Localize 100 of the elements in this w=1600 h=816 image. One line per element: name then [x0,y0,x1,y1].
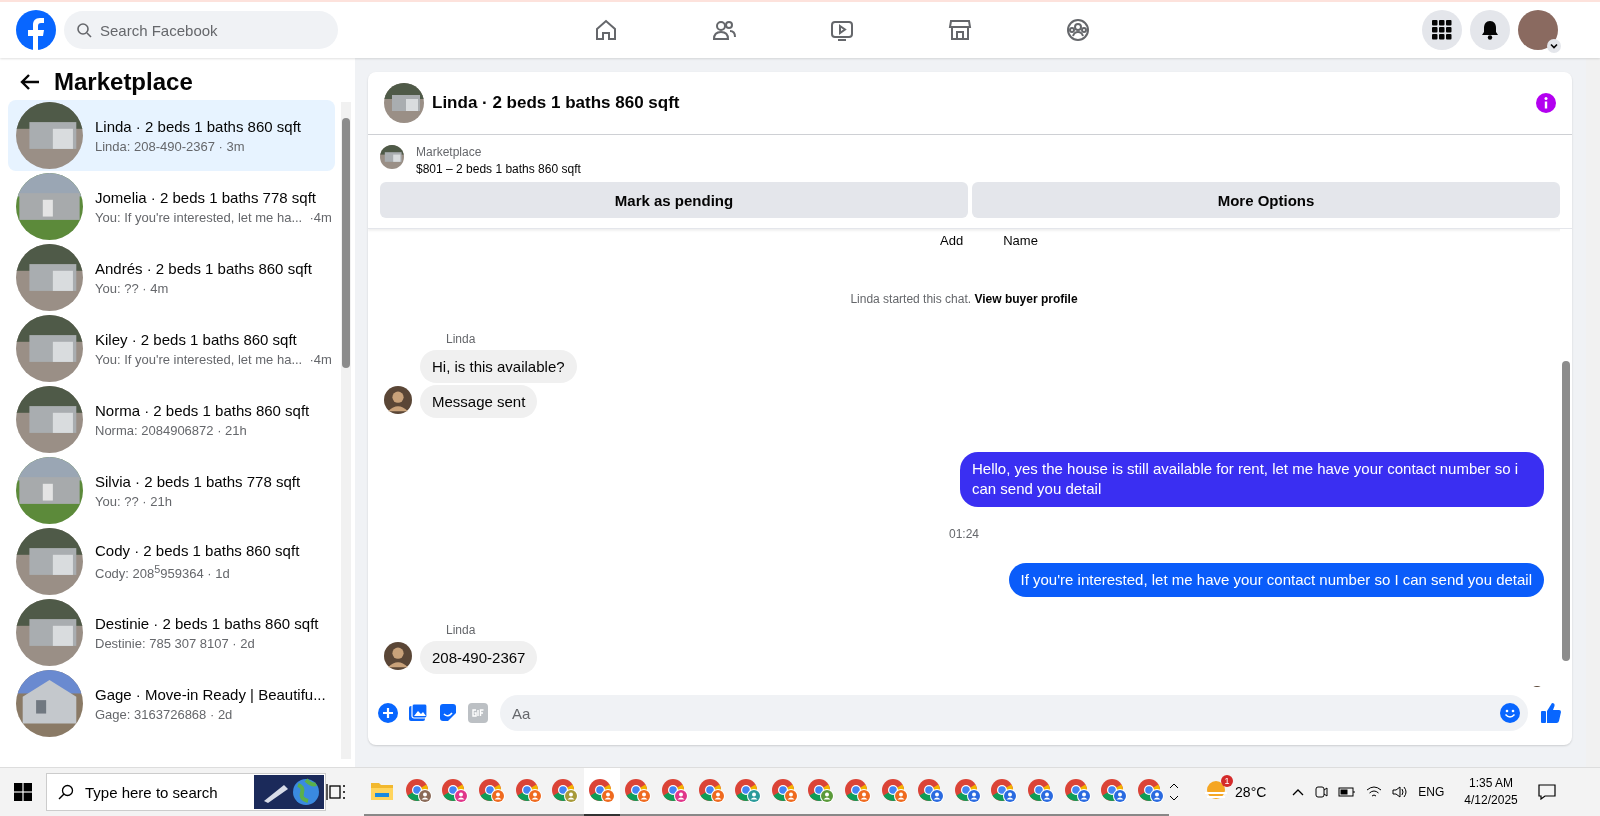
folder-icon [370,781,395,801]
browser-profile-icon [587,778,616,804]
back-arrow-icon[interactable] [20,73,40,91]
conversation-item[interactable]: Cody · 2 beds 1 baths 860 sqft Cody: 208$^{5}$959364 · 1d [8,526,335,597]
notifications-button[interactable] [1470,10,1510,50]
language-indicator[interactable]: ENG [1418,785,1445,799]
plus-icon[interactable] [378,703,398,723]
wifi-icon[interactable] [1366,785,1383,799]
facebook-logo-icon[interactable] [16,10,56,50]
chat-title: Linda · 2 beds 1 baths 860 sqft [432,93,681,113]
conversation-preview: Gage: 3163726868 · 2d [95,706,234,722]
page-scrollbar[interactable] [1586,58,1600,767]
conversation-preview: Destinie: 785 307 8107 · 2d [95,635,256,651]
browser-profile-icon [697,778,726,804]
conversation-title: Norma · 2 beds 1 baths 860 sqft [95,401,310,419]
conversation-title: Jomelia · 2 beds 1 baths 778 sqft [95,188,317,206]
notification-badge: 1 [1221,775,1234,787]
space-globe-drawing [254,775,324,809]
conversation-title: Andrés · 2 beds 1 baths 860 sqft [95,259,312,277]
browser-profile-icon [1063,778,1092,804]
home-icon [593,17,619,43]
battery-icon[interactable] [1338,787,1357,797]
clock[interactable]: 1:35 AM 4/12/2025 [1454,775,1528,809]
browser-profile-icon [953,778,982,804]
conversation-title: Gage · Move-in Ready | Beautifu... [95,685,326,703]
conversation-title: Silvia · 2 beds 1 baths 778 sqft [95,472,301,490]
browser-profile-icon [551,778,580,804]
sidebar-title: Marketplace [54,68,193,96]
conversation-title: Linda · 2 beds 1 baths 860 sqft [95,117,301,135]
column-label: Name [1003,233,1038,248]
notifications-icon[interactable] [1537,784,1556,800]
conversation-preview: You: ?? · 4m [95,280,170,296]
browser-button[interactable] [583,768,621,816]
incoming-message: 208-490-2367 [420,640,538,674]
scrollbar[interactable] [1560,229,1572,687]
conversation-preview: Norma: 2084906872 · 21h [95,422,248,438]
conversation-preview: Linda: 208-490-2367 · 3m [95,138,246,154]
house-photo [380,145,404,169]
conversation-item[interactable]: Kiley · 2 beds 1 baths 860 sqft You: If you're interested, let me ha... ·4m [8,313,335,384]
browser-profile-icon [770,778,799,804]
browser-profile-icon [1136,778,1165,804]
browser-profile-icon [1100,778,1129,804]
sticker-icon[interactable] [438,703,458,723]
listing-summary: $801 – 2 beds 1 baths 860 sqft [416,162,581,176]
browser-profile-icon [734,778,763,804]
temperature-label: 28°C [1235,784,1267,800]
browser-profile-icon [917,778,946,804]
browser-profile-icon [404,778,433,804]
menu-button[interactable] [1422,10,1462,50]
browser-profile-icon [880,778,909,804]
profile-avatar[interactable] [1518,10,1558,50]
conversation-item[interactable]: Andrés · 2 beds 1 baths 860 sqft You: ?? · 4m [8,242,335,313]
chevron-down-icon[interactable] [1547,39,1561,53]
message-timestamp: 01:24 [948,526,980,541]
search-field[interactable]: Search Facebook [64,11,338,49]
conversation-item[interactable]: Destinie · 2 beds 1 baths 860 sqft Destinie: 785 307 8107 · 2d [8,597,335,668]
speaker-icon[interactable] [1392,785,1409,799]
outgoing-message: Hello, yes the house is still available for rent, let me have your contact number so i can send you detail [960,452,1544,507]
info-icon[interactable] [1536,93,1556,113]
action-button[interactable]: Mark as pending [380,182,968,218]
browser-profile-icon [441,778,470,804]
image-icon[interactable] [408,703,428,723]
sender-name: Linda [446,622,477,637]
browser-profile-icon [807,778,836,804]
browser-profile-icon [514,778,543,804]
message-field[interactable]: Aa [500,695,1528,731]
conversation-item[interactable]: Silvia · 2 beds 1 baths 778 sqft You: ?? · 21h [8,455,335,526]
incoming-message: Message sent [420,385,538,418]
browser-profile-icon [624,778,653,804]
conversation-item[interactable]: Gage · Move-in Ready | Beautifu... Gage: 3163726868 · 2d [8,668,335,739]
action-button[interactable]: More Options [972,182,1560,218]
windows-start-icon[interactable] [14,783,32,801]
sender-name: Linda [446,332,477,346]
conversation-preview: You: If you're interested, let me ha... ·4m [95,351,332,367]
conversation-item[interactable]: Jomelia · 2 beds 1 baths 778 sqft You: If you're interested, let me ha... ·4m [8,171,335,242]
task-view-icon[interactable] [326,783,346,801]
search-icon [58,784,74,800]
grid-icon [1432,20,1452,40]
emoji-icon[interactable] [1500,703,1520,723]
search-icon [76,22,92,38]
house-photo [384,83,424,123]
meet-now-icon[interactable] [1314,784,1329,800]
browser-profile-icon [1027,778,1055,804]
scrollbar[interactable] [341,102,351,759]
conversation-title: Kiley · 2 beds 1 baths 860 sqft [95,330,298,348]
conversation-item[interactable]: Norma · 2 beds 1 baths 860 sqft Norma: 2084906872 · 21h [8,384,335,455]
conversation-preview: You: If you're interested, let me ha... ·4m [95,209,332,225]
caret-up-icon[interactable] [1292,788,1305,796]
conversation-title: Destinie · 2 beds 1 baths 860 sqft [95,614,319,632]
chat-notice: Linda started this chat. [850,292,972,306]
buyer-profile-link[interactable]: View buyer profile [974,292,1078,306]
store-icon [947,17,973,43]
conversation-title: Cody · 2 beds 1 baths 860 sqft [95,541,300,559]
avatar-icon [384,641,412,670]
weather-icon[interactable] [1203,779,1230,801]
column-label: Add [940,233,964,248]
conversation-item[interactable]: Linda · 2 beds 1 baths 860 sqft Linda: 208-490-2367 · 3m [8,100,335,171]
browser-profile-icon [661,778,690,804]
outgoing-message: If you're interested, let me have your contact number so I can send you detail [1008,562,1544,597]
thumbs-up-icon[interactable] [1540,702,1562,724]
